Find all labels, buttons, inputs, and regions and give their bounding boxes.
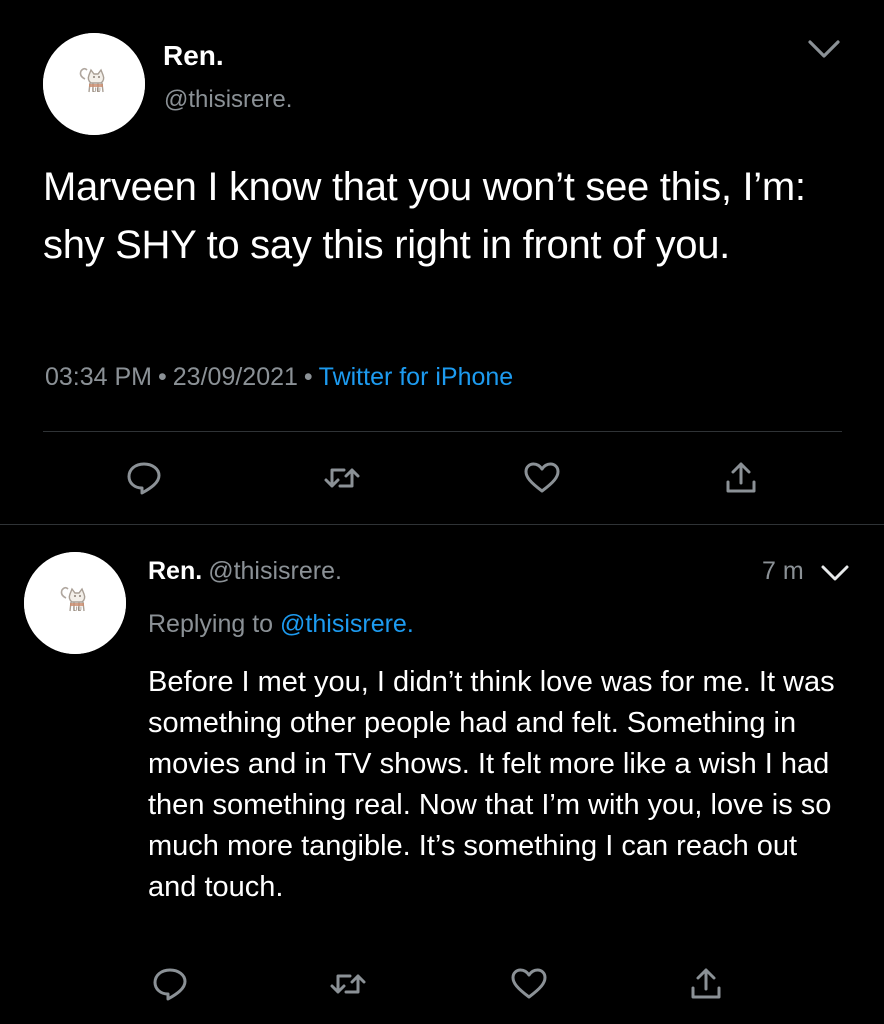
svg-text:UU: UU — [92, 87, 101, 94]
retweet-icon — [324, 468, 360, 488]
retweet-button[interactable] — [322, 458, 362, 498]
separator: • — [303, 363, 313, 391]
retweet-button[interactable] — [328, 964, 368, 1004]
replying-prefix: Replying to — [148, 610, 274, 638]
divider — [0, 524, 884, 525]
retweet-icon — [330, 974, 366, 994]
chevron-down-icon[interactable] — [820, 562, 850, 584]
tweet-text: Before I met you, I didn’t think love wa… — [148, 666, 835, 903]
like-button[interactable] — [509, 964, 549, 1004]
tweet-time[interactable]: 03:34 PM — [45, 363, 152, 391]
chevron-down-icon[interactable] — [806, 36, 842, 62]
reply-icon — [127, 462, 161, 495]
svg-text:UU: UU — [73, 606, 82, 613]
reply-button[interactable] — [124, 458, 164, 498]
like-icon — [524, 462, 560, 493]
avatar[interactable]: UU — [43, 33, 145, 135]
replying-to: Replying to @thisisrere. — [148, 610, 414, 639]
author-handle[interactable]: @thisisrere. — [164, 86, 292, 114]
mention-link[interactable]: @thisisrere. — [280, 610, 414, 638]
share-button[interactable] — [686, 964, 726, 1004]
author-name[interactable]: Ren. — [163, 40, 224, 72]
cat-avatar-icon: UU — [24, 552, 126, 654]
tweet-date[interactable]: 23/09/2021 — [173, 363, 298, 391]
tweet-text: Marveen I know that you won’t see this, … — [43, 165, 806, 267]
divider — [43, 431, 842, 432]
reply-button[interactable] — [150, 964, 190, 1004]
tweet-metadata: 03:34 PM • 23/09/2021 • Twitter for iPhone — [45, 363, 513, 392]
avatar[interactable]: UU — [24, 552, 126, 654]
reply-icon — [153, 968, 187, 1001]
tweet-client-link[interactable]: Twitter for iPhone — [319, 363, 514, 391]
like-button[interactable] — [522, 458, 562, 498]
share-icon — [726, 462, 756, 493]
cat-avatar-icon: UU — [43, 33, 145, 135]
like-icon — [511, 968, 547, 999]
author-name[interactable]: Ren. — [148, 557, 202, 585]
tweet-time[interactable]: 7 m — [762, 557, 804, 586]
author-handle[interactable]: @thisisrere. — [208, 557, 342, 585]
share-icon — [691, 968, 721, 999]
separator: • — [158, 363, 167, 391]
reply-header: Ren. @thisisrere. — [148, 557, 342, 586]
share-button[interactable] — [721, 458, 761, 498]
